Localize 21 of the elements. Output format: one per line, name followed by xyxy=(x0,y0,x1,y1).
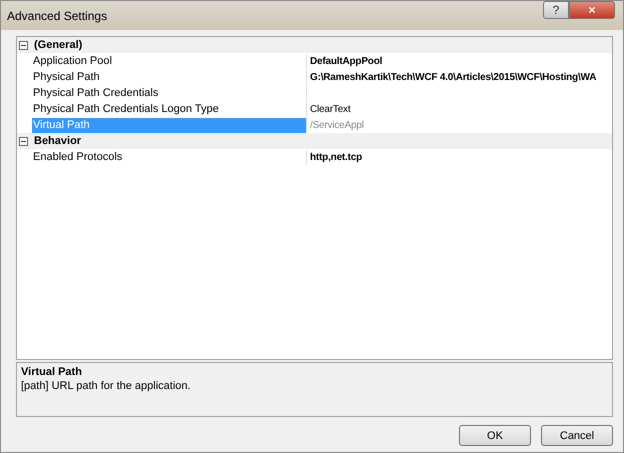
category-label[interactable]: Behavior xyxy=(34,135,82,148)
collapse-icon[interactable] xyxy=(19,136,28,146)
property-value[interactable]: DefaultAppPool xyxy=(307,56,382,67)
collapse-icon[interactable] xyxy=(19,40,28,50)
property-name[interactable]: Application Pool xyxy=(32,54,307,69)
property-value[interactable]: G:\RameshKartik\Tech\WCF 4.0\Articles\2015\WCF\Hosting\WA xyxy=(307,72,596,83)
description-text: [path] URL path for the application. xyxy=(21,380,192,392)
property-name[interactable]: Physical Path Credentials xyxy=(32,86,307,101)
description-title: Virtual Path xyxy=(21,366,83,378)
property-name[interactable]: Physical Path xyxy=(32,70,307,85)
cancel-button[interactable]: Cancel xyxy=(541,425,613,446)
property-name[interactable]: Physical Path Credentials Logon Type xyxy=(32,102,307,117)
help-button[interactable]: ? xyxy=(543,1,569,19)
property-value[interactable]: /ServiceAppl xyxy=(307,120,364,131)
property-value[interactable]: ClearText xyxy=(307,104,350,115)
property-name[interactable]: Enabled Protocols xyxy=(32,150,307,165)
window-title: Advanced Settings xyxy=(7,8,108,23)
ok-button[interactable]: OK xyxy=(459,425,531,446)
property-value[interactable]: http,net.tcp xyxy=(307,152,362,163)
close-button[interactable]: × xyxy=(569,1,615,19)
category-label[interactable]: (General) xyxy=(34,39,82,52)
